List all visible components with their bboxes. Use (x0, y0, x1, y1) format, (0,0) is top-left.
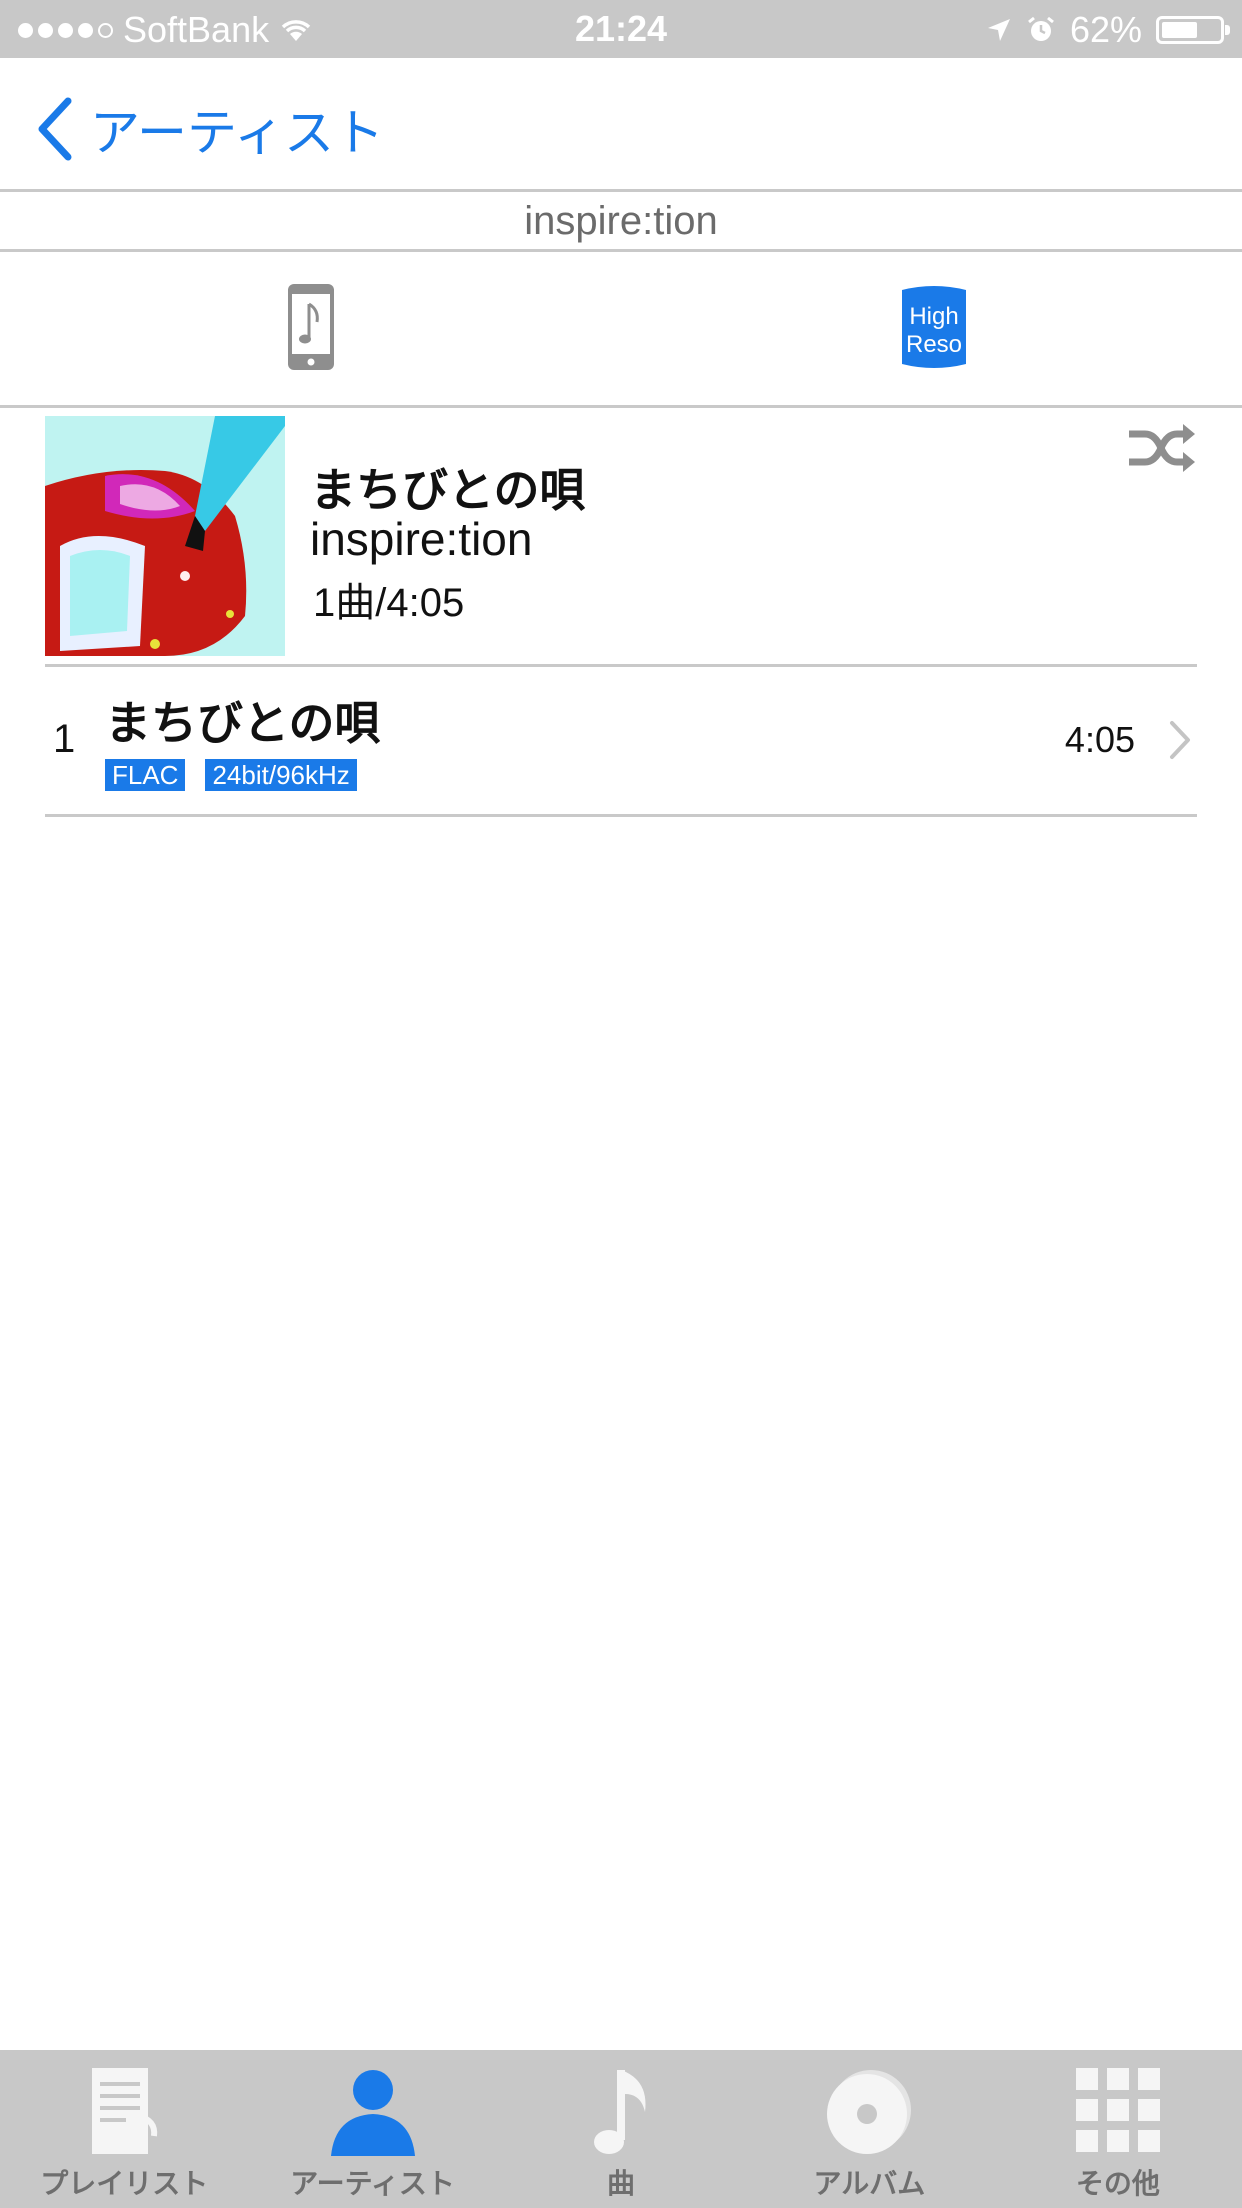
high-reso-filter-button[interactable]: High Reso (898, 282, 970, 372)
tab-label-album: アルバム (813, 2167, 926, 2200)
album-track-count-duration: 1曲/4:05 (313, 581, 465, 625)
status-right: 62% (986, 8, 1230, 52)
device-music-icon (288, 284, 334, 370)
tab-songs[interactable]: 曲 (497, 2050, 745, 2208)
high-reso-label-line2: Reso (906, 331, 962, 358)
battery-icon (1156, 16, 1230, 44)
format-badge: FLAC (105, 759, 186, 791)
tab-label-more: その他 (1075, 2167, 1160, 2200)
chevron-left-icon (38, 97, 72, 161)
track-number: 1 (53, 717, 76, 761)
artist-icon (330, 2070, 415, 2156)
album-header[interactable]: まちびとの唄 inspire:tion 1曲/4:05 (45, 414, 1197, 667)
track-title: まちびとの唄 (105, 696, 381, 750)
tab-more[interactable]: その他 (994, 2050, 1242, 2208)
album-cover-image (45, 416, 285, 656)
location-arrow-icon (987, 19, 1010, 41)
back-label: アーティスト (90, 104, 384, 162)
tab-label-songs: 曲 (607, 2167, 636, 2200)
battery-percent: 62% (1069, 9, 1142, 50)
navigation-bar: アーティスト (0, 58, 1242, 192)
chevron-right-icon (1170, 721, 1190, 759)
status-bar: SoftBank 21:24 62% (0, 0, 1242, 58)
playlist-icon (92, 2068, 158, 2154)
tab-album[interactable]: アルバム (745, 2050, 993, 2208)
album-artist: inspire:tion (310, 513, 533, 565)
track-duration: 4:05 (1064, 719, 1135, 760)
back-button[interactable]: アーティスト (36, 93, 384, 165)
artist-title: inspire:tion (0, 192, 1242, 252)
music-note-icon (594, 2070, 646, 2154)
alarm-clock-icon (1028, 16, 1054, 41)
resolution-badge: 24bit/96kHz (205, 759, 357, 791)
tab-label-playlist: プレイリスト (40, 2167, 209, 2200)
grid-icon (1075, 2068, 1160, 2152)
tab-artist[interactable]: アーティスト (248, 2050, 496, 2208)
tab-playlist[interactable]: プレイリスト (0, 2050, 248, 2208)
high-reso-icon: High Reso (902, 286, 966, 368)
device-music-filter-button[interactable] (286, 282, 336, 372)
shuffle-icon[interactable] (1127, 420, 1197, 476)
high-reso-label-line1: High (909, 303, 958, 330)
track-row[interactable]: 1 まちびとの唄 FLAC 24bit/96kHz 4:05 (45, 667, 1197, 817)
track-format-tags: FLAC 24bit/96kHz (105, 759, 357, 791)
tab-label-artist: アーティスト (290, 2167, 455, 2200)
album-disc-icon (827, 2070, 912, 2154)
tab-bar: プレイリスト アーティスト 曲 アルバム その他 (0, 2050, 1242, 2208)
source-filter-bar: High Reso (0, 252, 1242, 408)
album-title: まちびとの唄 (310, 463, 586, 517)
